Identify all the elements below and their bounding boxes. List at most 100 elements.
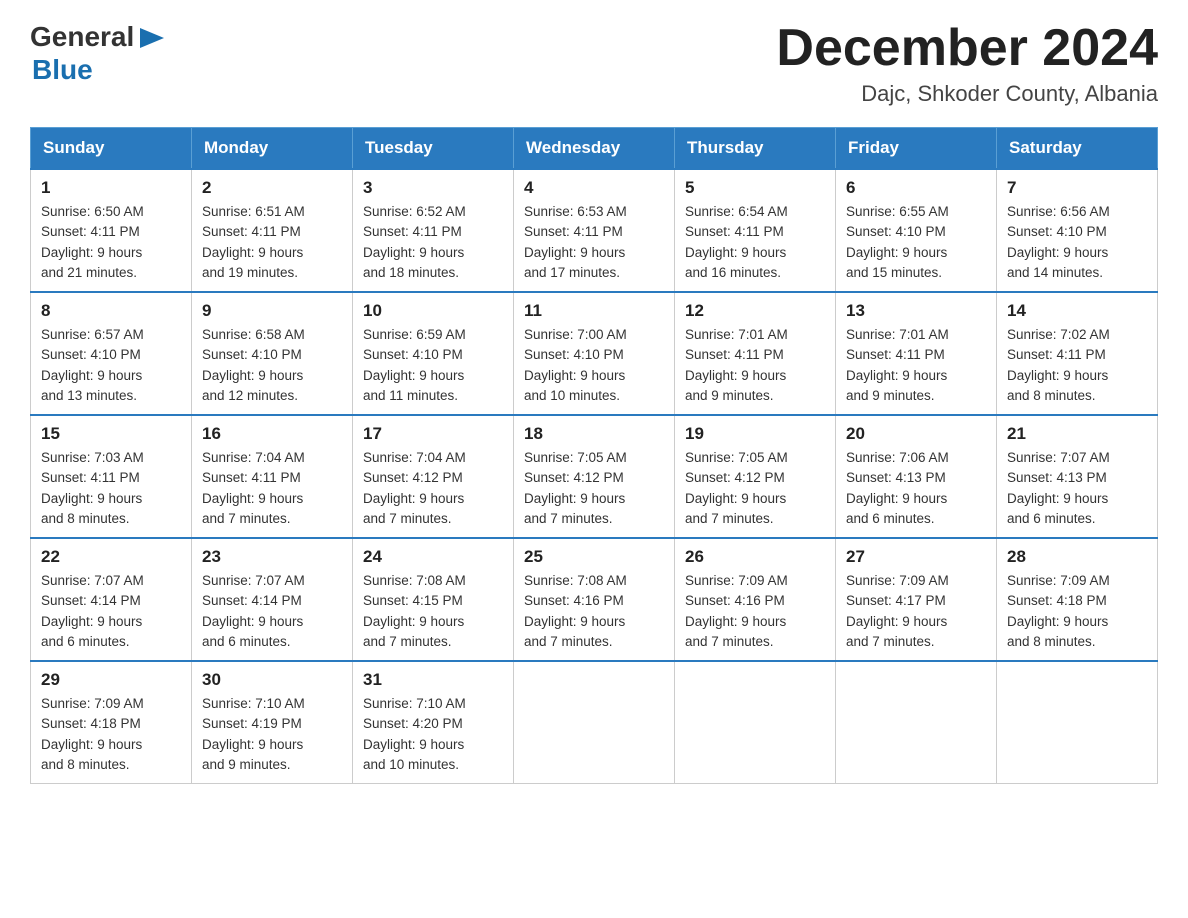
day-info: Sunrise: 7:08 AM Sunset: 4:15 PM Dayligh…	[363, 571, 503, 652]
day-info: Sunrise: 7:03 AM Sunset: 4:11 PM Dayligh…	[41, 448, 181, 529]
day-number: 22	[41, 547, 181, 567]
day-info: Sunrise: 7:07 AM Sunset: 4:14 PM Dayligh…	[202, 571, 342, 652]
day-info: Sunrise: 7:09 AM Sunset: 4:18 PM Dayligh…	[41, 694, 181, 775]
calendar-cell: 9 Sunrise: 6:58 AM Sunset: 4:10 PM Dayli…	[192, 292, 353, 415]
calendar-cell: 23 Sunrise: 7:07 AM Sunset: 4:14 PM Dayl…	[192, 538, 353, 661]
day-info: Sunrise: 6:54 AM Sunset: 4:11 PM Dayligh…	[685, 202, 825, 283]
week-row-2: 8 Sunrise: 6:57 AM Sunset: 4:10 PM Dayli…	[31, 292, 1158, 415]
day-info: Sunrise: 7:09 AM Sunset: 4:17 PM Dayligh…	[846, 571, 986, 652]
day-info: Sunrise: 6:50 AM Sunset: 4:11 PM Dayligh…	[41, 202, 181, 283]
day-number: 18	[524, 424, 664, 444]
week-row-1: 1 Sunrise: 6:50 AM Sunset: 4:11 PM Dayli…	[31, 169, 1158, 292]
day-number: 6	[846, 178, 986, 198]
day-info: Sunrise: 7:04 AM Sunset: 4:11 PM Dayligh…	[202, 448, 342, 529]
day-number: 8	[41, 301, 181, 321]
logo: General Blue	[30, 20, 168, 86]
day-info: Sunrise: 7:10 AM Sunset: 4:19 PM Dayligh…	[202, 694, 342, 775]
day-info: Sunrise: 6:51 AM Sunset: 4:11 PM Dayligh…	[202, 202, 342, 283]
day-info: Sunrise: 7:05 AM Sunset: 4:12 PM Dayligh…	[685, 448, 825, 529]
calendar-cell: 14 Sunrise: 7:02 AM Sunset: 4:11 PM Dayl…	[997, 292, 1158, 415]
calendar-cell: 11 Sunrise: 7:00 AM Sunset: 4:10 PM Dayl…	[514, 292, 675, 415]
day-info: Sunrise: 6:59 AM Sunset: 4:10 PM Dayligh…	[363, 325, 503, 406]
col-header-friday: Friday	[836, 128, 997, 170]
calendar-cell: 16 Sunrise: 7:04 AM Sunset: 4:11 PM Dayl…	[192, 415, 353, 538]
calendar-cell: 5 Sunrise: 6:54 AM Sunset: 4:11 PM Dayli…	[675, 169, 836, 292]
col-header-thursday: Thursday	[675, 128, 836, 170]
calendar-cell: 25 Sunrise: 7:08 AM Sunset: 4:16 PM Dayl…	[514, 538, 675, 661]
day-number: 27	[846, 547, 986, 567]
day-info: Sunrise: 7:00 AM Sunset: 4:10 PM Dayligh…	[524, 325, 664, 406]
day-number: 30	[202, 670, 342, 690]
calendar-cell: 1 Sunrise: 6:50 AM Sunset: 4:11 PM Dayli…	[31, 169, 192, 292]
day-number: 26	[685, 547, 825, 567]
day-number: 4	[524, 178, 664, 198]
day-info: Sunrise: 6:56 AM Sunset: 4:10 PM Dayligh…	[1007, 202, 1147, 283]
calendar-cell: 20 Sunrise: 7:06 AM Sunset: 4:13 PM Dayl…	[836, 415, 997, 538]
location-title: Dajc, Shkoder County, Albania	[776, 81, 1158, 107]
col-header-monday: Monday	[192, 128, 353, 170]
calendar-cell: 12 Sunrise: 7:01 AM Sunset: 4:11 PM Dayl…	[675, 292, 836, 415]
day-info: Sunrise: 6:57 AM Sunset: 4:10 PM Dayligh…	[41, 325, 181, 406]
day-info: Sunrise: 7:06 AM Sunset: 4:13 PM Dayligh…	[846, 448, 986, 529]
calendar-cell: 10 Sunrise: 6:59 AM Sunset: 4:10 PM Dayl…	[353, 292, 514, 415]
day-number: 11	[524, 301, 664, 321]
day-info: Sunrise: 7:05 AM Sunset: 4:12 PM Dayligh…	[524, 448, 664, 529]
calendar-cell: 3 Sunrise: 6:52 AM Sunset: 4:11 PM Dayli…	[353, 169, 514, 292]
col-header-tuesday: Tuesday	[353, 128, 514, 170]
day-info: Sunrise: 7:09 AM Sunset: 4:18 PM Dayligh…	[1007, 571, 1147, 652]
page-header: General Blue December 2024 Dajc, Shkoder…	[30, 20, 1158, 107]
day-info: Sunrise: 7:02 AM Sunset: 4:11 PM Dayligh…	[1007, 325, 1147, 406]
day-number: 14	[1007, 301, 1147, 321]
calendar-cell	[997, 661, 1158, 784]
day-number: 2	[202, 178, 342, 198]
day-number: 20	[846, 424, 986, 444]
calendar-header-row: SundayMondayTuesdayWednesdayThursdayFrid…	[31, 128, 1158, 170]
logo-general-text: General	[30, 21, 134, 53]
day-info: Sunrise: 6:58 AM Sunset: 4:10 PM Dayligh…	[202, 325, 342, 406]
col-header-saturday: Saturday	[997, 128, 1158, 170]
week-row-5: 29 Sunrise: 7:09 AM Sunset: 4:18 PM Dayl…	[31, 661, 1158, 784]
calendar-cell: 4 Sunrise: 6:53 AM Sunset: 4:11 PM Dayli…	[514, 169, 675, 292]
calendar-cell	[675, 661, 836, 784]
day-number: 7	[1007, 178, 1147, 198]
day-number: 23	[202, 547, 342, 567]
calendar-cell: 24 Sunrise: 7:08 AM Sunset: 4:15 PM Dayl…	[353, 538, 514, 661]
calendar-cell: 29 Sunrise: 7:09 AM Sunset: 4:18 PM Dayl…	[31, 661, 192, 784]
day-number: 28	[1007, 547, 1147, 567]
day-info: Sunrise: 7:01 AM Sunset: 4:11 PM Dayligh…	[685, 325, 825, 406]
day-info: Sunrise: 7:04 AM Sunset: 4:12 PM Dayligh…	[363, 448, 503, 529]
calendar-cell: 26 Sunrise: 7:09 AM Sunset: 4:16 PM Dayl…	[675, 538, 836, 661]
week-row-3: 15 Sunrise: 7:03 AM Sunset: 4:11 PM Dayl…	[31, 415, 1158, 538]
day-number: 1	[41, 178, 181, 198]
calendar-cell: 22 Sunrise: 7:07 AM Sunset: 4:14 PM Dayl…	[31, 538, 192, 661]
day-info: Sunrise: 7:10 AM Sunset: 4:20 PM Dayligh…	[363, 694, 503, 775]
day-number: 25	[524, 547, 664, 567]
day-number: 29	[41, 670, 181, 690]
calendar-cell	[836, 661, 997, 784]
day-number: 10	[363, 301, 503, 321]
calendar-table: SundayMondayTuesdayWednesdayThursdayFrid…	[30, 127, 1158, 784]
day-number: 24	[363, 547, 503, 567]
day-info: Sunrise: 6:52 AM Sunset: 4:11 PM Dayligh…	[363, 202, 503, 283]
col-header-wednesday: Wednesday	[514, 128, 675, 170]
calendar-cell: 17 Sunrise: 7:04 AM Sunset: 4:12 PM Dayl…	[353, 415, 514, 538]
day-number: 13	[846, 301, 986, 321]
calendar-cell: 18 Sunrise: 7:05 AM Sunset: 4:12 PM Dayl…	[514, 415, 675, 538]
day-info: Sunrise: 6:55 AM Sunset: 4:10 PM Dayligh…	[846, 202, 986, 283]
calendar-cell: 28 Sunrise: 7:09 AM Sunset: 4:18 PM Dayl…	[997, 538, 1158, 661]
day-number: 31	[363, 670, 503, 690]
day-info: Sunrise: 7:07 AM Sunset: 4:13 PM Dayligh…	[1007, 448, 1147, 529]
day-number: 9	[202, 301, 342, 321]
calendar-cell: 6 Sunrise: 6:55 AM Sunset: 4:10 PM Dayli…	[836, 169, 997, 292]
day-number: 12	[685, 301, 825, 321]
calendar-cell: 7 Sunrise: 6:56 AM Sunset: 4:10 PM Dayli…	[997, 169, 1158, 292]
day-number: 21	[1007, 424, 1147, 444]
calendar-cell: 15 Sunrise: 7:03 AM Sunset: 4:11 PM Dayl…	[31, 415, 192, 538]
day-info: Sunrise: 7:09 AM Sunset: 4:16 PM Dayligh…	[685, 571, 825, 652]
col-header-sunday: Sunday	[31, 128, 192, 170]
day-number: 16	[202, 424, 342, 444]
day-number: 3	[363, 178, 503, 198]
day-number: 15	[41, 424, 181, 444]
calendar-cell	[514, 661, 675, 784]
title-block: December 2024 Dajc, Shkoder County, Alba…	[776, 20, 1158, 107]
